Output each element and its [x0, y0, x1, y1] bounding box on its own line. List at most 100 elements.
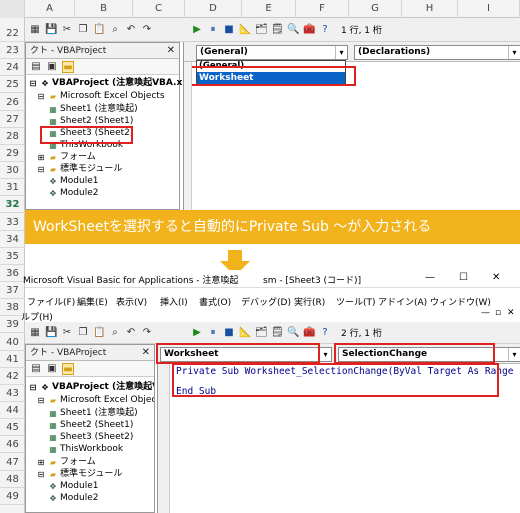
- object-combo[interactable]: (General) ▾: [196, 45, 348, 60]
- collapse-icon[interactable]: ⊟: [36, 396, 46, 405]
- row-header-37[interactable]: 37: [0, 282, 25, 300]
- code-line-3[interactable]: End Sub: [176, 386, 216, 397]
- tree-sheet2[interactable]: ▦ Sheet2 (Sheet1): [48, 115, 133, 127]
- mdi-close-icon[interactable]: ✕: [507, 308, 515, 318]
- tree-modules-folder[interactable]: ⊟ ▰ 標準モジュール: [36, 163, 123, 175]
- tree-sheet3[interactable]: ▦ Sheet3 (Sheet2): [48, 127, 133, 139]
- cut-icon[interactable]: ✂: [61, 24, 73, 36]
- tree-module2[interactable]: ✥ Module2: [48, 187, 99, 199]
- copy-icon[interactable]: ❐: [77, 24, 89, 36]
- redo-icon[interactable]: ↷: [141, 24, 153, 36]
- column-header-b[interactable]: B: [75, 0, 133, 18]
- tree-sheet1[interactable]: ▦ Sheet1 (注意喚起): [48, 103, 137, 115]
- row-header-45[interactable]: 45: [0, 419, 25, 437]
- project-explorer-icon[interactable]: 🗂: [255, 327, 268, 339]
- row-header-24[interactable]: 24: [0, 59, 25, 77]
- row-header-29[interactable]: 29: [0, 145, 25, 162]
- row-header-49[interactable]: 49: [0, 488, 25, 505]
- row-header-34[interactable]: 34: [0, 231, 25, 248]
- tree-modules-folder[interactable]: ⊟ ▰ 標準モジュール: [36, 468, 123, 480]
- tree-sheet2[interactable]: ▦ Sheet2 (Sheet1): [48, 419, 133, 431]
- close-icon[interactable]: ✕: [142, 345, 150, 361]
- row-header-46[interactable]: 46: [0, 436, 25, 454]
- run-icon[interactable]: ▶: [191, 327, 203, 339]
- tree-thisworkbook[interactable]: ▦ ThisWorkbook: [48, 443, 123, 455]
- chevron-down-icon[interactable]: ▾: [508, 46, 520, 59]
- row-header-31[interactable]: 31: [0, 179, 25, 197]
- tree-excel-objects[interactable]: ⊟▰Microsoft Excel Objects: [36, 394, 154, 406]
- row-header-28[interactable]: 28: [0, 128, 25, 145]
- menu-view[interactable]: 表示(V): [116, 295, 147, 308]
- excel-icon[interactable]: ▦: [29, 327, 41, 339]
- column-header-e[interactable]: E: [242, 0, 296, 18]
- minimize-icon[interactable]: —: [425, 272, 435, 283]
- close-icon[interactable]: ✕: [167, 43, 175, 59]
- view-object-icon[interactable]: ▣: [46, 363, 58, 375]
- collapse-icon[interactable]: ⊟: [36, 470, 46, 479]
- row-header-41[interactable]: 41: [0, 351, 25, 368]
- expand-icon[interactable]: ⊞: [36, 153, 46, 162]
- row-header-30[interactable]: 30: [0, 162, 25, 180]
- column-header-a[interactable]: A: [25, 0, 75, 18]
- column-header-c[interactable]: C: [133, 0, 185, 18]
- row-header-43[interactable]: 43: [0, 385, 25, 402]
- column-header-d[interactable]: D: [185, 0, 242, 18]
- help-icon[interactable]: ?: [319, 327, 331, 339]
- project-explorer-icon[interactable]: 🗂: [255, 24, 268, 36]
- save-icon[interactable]: 💾: [45, 24, 57, 36]
- code-line-1[interactable]: Private Sub Worksheet_SelectionChange(By…: [176, 366, 513, 377]
- undo-icon[interactable]: ↶: [125, 24, 137, 36]
- collapse-icon[interactable]: ⊟: [36, 165, 46, 174]
- tree-module2[interactable]: ✥ Module2: [48, 492, 99, 504]
- design-mode-icon[interactable]: 📐: [239, 24, 251, 36]
- row-header-27[interactable]: 27: [0, 111, 25, 128]
- mdi-minimize-icon[interactable]: —: [481, 308, 490, 318]
- row-header-25[interactable]: 25: [0, 76, 25, 94]
- menu-insert[interactable]: 挿入(I): [160, 295, 188, 308]
- menu-format[interactable]: 書式(O): [199, 295, 231, 308]
- tree-forms[interactable]: ⊞ ▰ フォーム: [36, 151, 96, 163]
- run-icon[interactable]: ▶: [191, 24, 203, 36]
- view-object-icon[interactable]: ▣: [46, 61, 58, 73]
- procedure-combo[interactable]: (Declarations) ▾: [354, 45, 520, 60]
- find-icon[interactable]: ⌕: [109, 24, 121, 36]
- collapse-icon[interactable]: ⊟: [28, 79, 38, 88]
- cut-icon[interactable]: ✂: [61, 327, 73, 339]
- tree-sheet3[interactable]: ▦ Sheet3 (Sheet2): [48, 431, 133, 443]
- tree-forms[interactable]: ⊞ ▰ フォーム: [36, 456, 96, 468]
- toolbox-icon[interactable]: 🧰: [303, 24, 315, 36]
- close-icon[interactable]: ✕: [492, 272, 500, 283]
- redo-icon[interactable]: ↷: [141, 327, 153, 339]
- row-header-22[interactable]: 22: [0, 25, 25, 42]
- design-mode-icon[interactable]: 📐: [239, 327, 251, 339]
- toggle-folders-icon[interactable]: ▬: [62, 61, 74, 73]
- menu-edit[interactable]: 編集(E): [77, 295, 108, 308]
- stop-icon[interactable]: ■: [223, 24, 235, 36]
- mdi-restore-icon[interactable]: ▫: [495, 308, 501, 318]
- menu-tools[interactable]: ツール(T): [336, 295, 376, 308]
- menu-run[interactable]: 実行(R): [294, 295, 325, 308]
- row-header-42[interactable]: 42: [0, 368, 25, 385]
- menu-window[interactable]: ウィンドウ(W): [430, 295, 491, 308]
- menu-debug[interactable]: デバッグ(D): [241, 295, 291, 308]
- copy-icon[interactable]: ❐: [77, 327, 89, 339]
- properties-icon[interactable]: 🗒: [271, 327, 284, 339]
- menu-addins[interactable]: アドイン(A): [378, 295, 427, 308]
- toolbox-icon[interactable]: 🧰: [303, 327, 315, 339]
- undo-icon[interactable]: ↶: [125, 327, 137, 339]
- object-combo[interactable]: Worksheet ▾: [160, 347, 332, 362]
- expand-icon[interactable]: ⊞: [36, 458, 46, 467]
- row-header-40[interactable]: 40: [0, 334, 25, 351]
- column-header-h[interactable]: H: [402, 0, 458, 18]
- stop-icon[interactable]: ■: [223, 327, 235, 339]
- column-header-f[interactable]: F: [296, 0, 349, 18]
- find-icon[interactable]: ⌕: [109, 327, 121, 339]
- maximize-icon[interactable]: ☐: [459, 272, 468, 283]
- tree-thisworkbook[interactable]: ▦ ThisWorkbook: [48, 139, 123, 151]
- row-header-44[interactable]: 44: [0, 402, 25, 420]
- collapse-icon[interactable]: ⊟: [28, 383, 38, 392]
- chevron-down-icon[interactable]: ▾: [508, 348, 520, 361]
- pause-icon[interactable]: ⏸: [207, 327, 219, 339]
- tree-project-node[interactable]: ⊟ ✥ VBAProject (注意喚起VE: [28, 381, 154, 393]
- menu-file[interactable]: ファイル(F): [27, 295, 75, 308]
